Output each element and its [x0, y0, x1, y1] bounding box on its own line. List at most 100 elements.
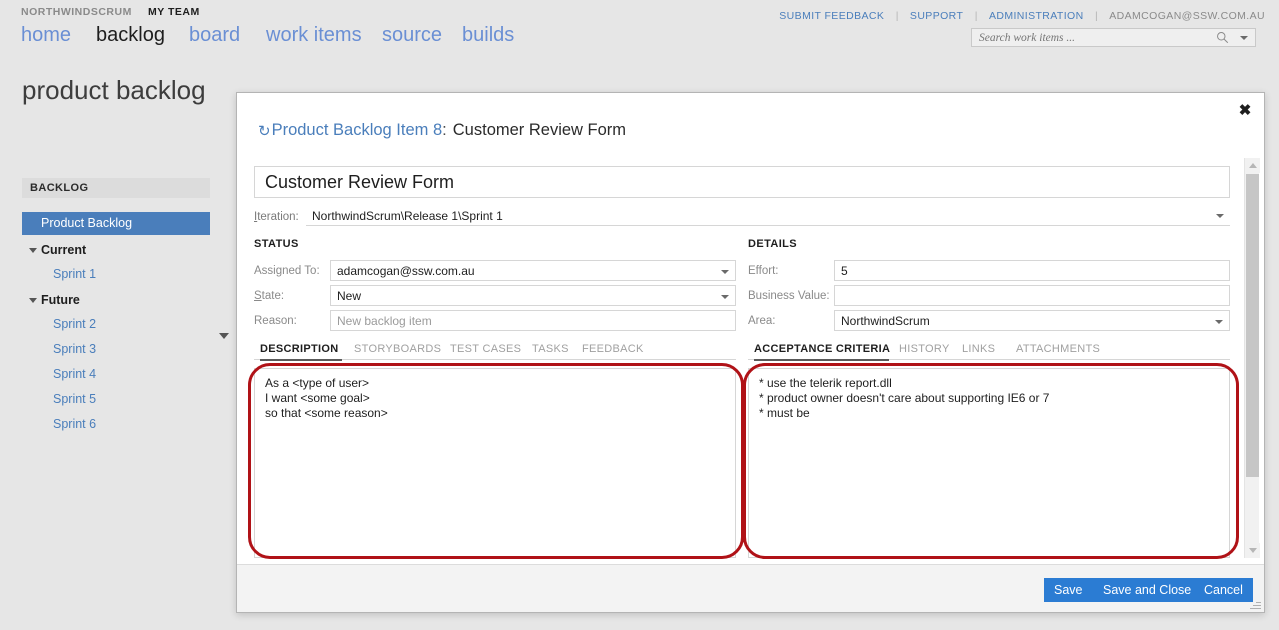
dialog-scrollbar[interactable] — [1244, 158, 1260, 558]
field-value-reason: New backlog item — [337, 314, 432, 328]
search-box[interactable] — [971, 28, 1256, 47]
sidebar-item-label[interactable]: Sprint 1 — [53, 267, 96, 281]
sidebar-item-product-backlog[interactable]: Product Backlog — [22, 212, 210, 235]
close-icon[interactable]: ✖ — [1235, 101, 1255, 121]
search-icon[interactable] — [1216, 31, 1229, 44]
page-title: product backlog — [22, 75, 206, 105]
field-label-effort: Effort: — [748, 265, 779, 277]
left-tabstrip: DESCRIPTION STORYBOARDS TEST CASES TASKS FEE… — [254, 338, 736, 361]
sidebar-item-label[interactable]: Sprint 2 — [53, 317, 96, 331]
sidebar-item-sprint-5[interactable]: Sprint 5 — [22, 390, 210, 415]
field-label-tate: State: — [254, 290, 285, 302]
chevron-down-icon[interactable] — [1215, 320, 1223, 324]
scroll-down-arrow[interactable] — [1245, 543, 1260, 558]
sidebar-item-label[interactable]: Sprint 6 — [53, 417, 96, 431]
resize-grip[interactable] — [1250, 598, 1261, 609]
field-input-business-value[interactable] — [834, 285, 1230, 306]
nav-item-builds[interactable]: builds — [462, 24, 514, 47]
link-separator: | — [974, 10, 978, 22]
dialog-footer: Save Save and Close Cancel — [237, 564, 1264, 612]
description-pane[interactable]: As a <type of user> I want <some goal> s… — [254, 368, 736, 558]
nav-item-backlog[interactable]: backlog — [96, 24, 165, 47]
field-row-tate: State: New — [254, 285, 736, 307]
sidebar-item-sprint-2[interactable]: Sprint 2 — [22, 315, 210, 340]
sidebar-group-label: Future — [41, 293, 80, 307]
iteration-field[interactable]: NorthwindScrum\Release 1\Sprint 1 — [306, 206, 1230, 226]
tab-links[interactable]: LINKS — [962, 343, 995, 355]
tab-history[interactable]: HISTORY — [899, 343, 950, 355]
save-button[interactable]: Save — [1044, 578, 1093, 602]
field-input-effort[interactable]: 5 — [834, 260, 1230, 281]
field-input-area[interactable]: NorthwindScrum — [834, 310, 1230, 331]
current-user-label[interactable]: ADAMCOGAN@SSW.COM.AU — [1109, 10, 1265, 22]
tab-acceptance-criteria[interactable]: ACCEPTANCE CRITERIA — [754, 343, 890, 355]
description-text: As a <type of user> I want <some goal> s… — [265, 376, 388, 420]
field-input-reason[interactable]: New backlog item — [330, 310, 736, 331]
work-item-link[interactable]: Product Backlog Item 8 — [272, 121, 443, 139]
administration-link[interactable]: ADMINISTRATION — [989, 10, 1084, 22]
scroll-up-arrow[interactable] — [1245, 158, 1260, 173]
active-tab-underline — [754, 359, 889, 361]
iteration-label: Iteration: — [254, 211, 299, 223]
work-item-dialog: ✖ ↻Product Backlog Item 8: Customer Revie… — [236, 92, 1265, 613]
field-label-area: Area: — [748, 315, 776, 327]
field-input-assigned-to[interactable]: adamcogan@ssw.com.au — [330, 260, 736, 281]
team-name[interactable]: MY TEAM — [148, 6, 200, 18]
field-value-assigned-to: adamcogan@ssw.com.au — [337, 264, 475, 278]
work-item-subject: Customer Review Form — [452, 121, 627, 139]
field-input-tate[interactable]: New — [330, 285, 736, 306]
field-row-reason: Reason: New backlog item — [254, 310, 736, 332]
expand-collapse-icon[interactable] — [29, 248, 37, 253]
chevron-down-icon[interactable] — [721, 270, 729, 274]
details-section-title: DETAILS — [748, 238, 798, 250]
sidebar-item-sprint-1[interactable]: Sprint 1 — [22, 265, 210, 290]
tab-tasks[interactable]: TASKS — [532, 343, 569, 355]
refresh-icon[interactable]: ↻ — [258, 122, 271, 140]
nav-item-work-items[interactable]: work items — [266, 24, 362, 47]
sidebar-item-sprint-6[interactable]: Sprint 6 — [22, 415, 210, 440]
sidebar-group-future[interactable]: Future — [22, 291, 210, 311]
sidebar-item-label[interactable]: Sprint 3 — [53, 342, 96, 356]
nav-item-source[interactable]: source — [382, 24, 442, 47]
support-link[interactable]: SUPPORT — [910, 10, 963, 22]
tab-attachments[interactable]: ATTACHMENTS — [1016, 343, 1100, 355]
tab-feedback[interactable]: FEEDBACK — [582, 343, 644, 355]
chevron-down-icon[interactable] — [721, 295, 729, 299]
search-input[interactable] — [977, 30, 1202, 45]
acceptance-criteria-pane[interactable]: * use the telerik report.dll * product o… — [748, 368, 1230, 558]
sidebar-item-sprint-4[interactable]: Sprint 4 — [22, 365, 210, 390]
field-label-business-value: Business Value: — [748, 290, 830, 302]
work-item-title-field[interactable] — [254, 166, 1230, 198]
sidebar-scroll-down-icon[interactable] — [219, 333, 229, 339]
organization-name: NORTHWINDSCRUM — [21, 6, 132, 18]
search-chevron-down-icon[interactable] — [1240, 36, 1248, 40]
tab-storyboards[interactable]: STORYBOARDS — [354, 343, 441, 355]
save-and-close-button[interactable]: Save and Close — [1093, 578, 1202, 602]
field-label-assigned-to: Assigned To: — [254, 265, 320, 277]
tab-description[interactable]: DESCRIPTION — [260, 343, 338, 355]
work-item-title-input[interactable] — [263, 167, 1223, 197]
sidebar-item-label[interactable]: Sprint 4 — [53, 367, 96, 381]
expand-collapse-icon[interactable] — [29, 298, 37, 303]
nav-item-home[interactable]: home — [21, 24, 71, 47]
cancel-button[interactable]: Cancel — [1194, 578, 1253, 602]
tab-test-cases[interactable]: TEST CASES — [450, 343, 521, 355]
submit-feedback-link[interactable]: SUBMIT FEEDBACK — [779, 10, 884, 22]
iteration-chevron-down-icon[interactable] — [1216, 214, 1224, 218]
acceptance-criteria-text: * use the telerik report.dll * product o… — [759, 376, 1050, 420]
left-sidebar: product backlog BACKLOG Product Backlog … — [0, 66, 233, 630]
sidebar-group-label: Current — [41, 243, 87, 257]
field-row-business-value: Business Value: — [748, 285, 1230, 307]
chevron-down-icon — [1249, 548, 1257, 553]
status-section-title: STATUS — [254, 238, 299, 250]
link-separator: | — [1095, 10, 1098, 22]
sidebar-item-sprint-3[interactable]: Sprint 3 — [22, 340, 210, 365]
work-item-form: Iteration: NorthwindScrum\Release 1\Spri… — [254, 166, 1247, 563]
field-value-area: NorthwindScrum — [841, 314, 930, 328]
scrollbar-thumb[interactable] — [1246, 174, 1259, 477]
iteration-value: NorthwindScrum\Release 1\Sprint 1 — [312, 209, 503, 223]
field-row-assigned-to: Assigned To: adamcogan@ssw.com.au — [254, 260, 736, 282]
sidebar-group-current[interactable]: Current — [22, 241, 210, 261]
nav-item-board[interactable]: board — [189, 24, 240, 47]
sidebar-item-label[interactable]: Sprint 5 — [53, 392, 96, 406]
